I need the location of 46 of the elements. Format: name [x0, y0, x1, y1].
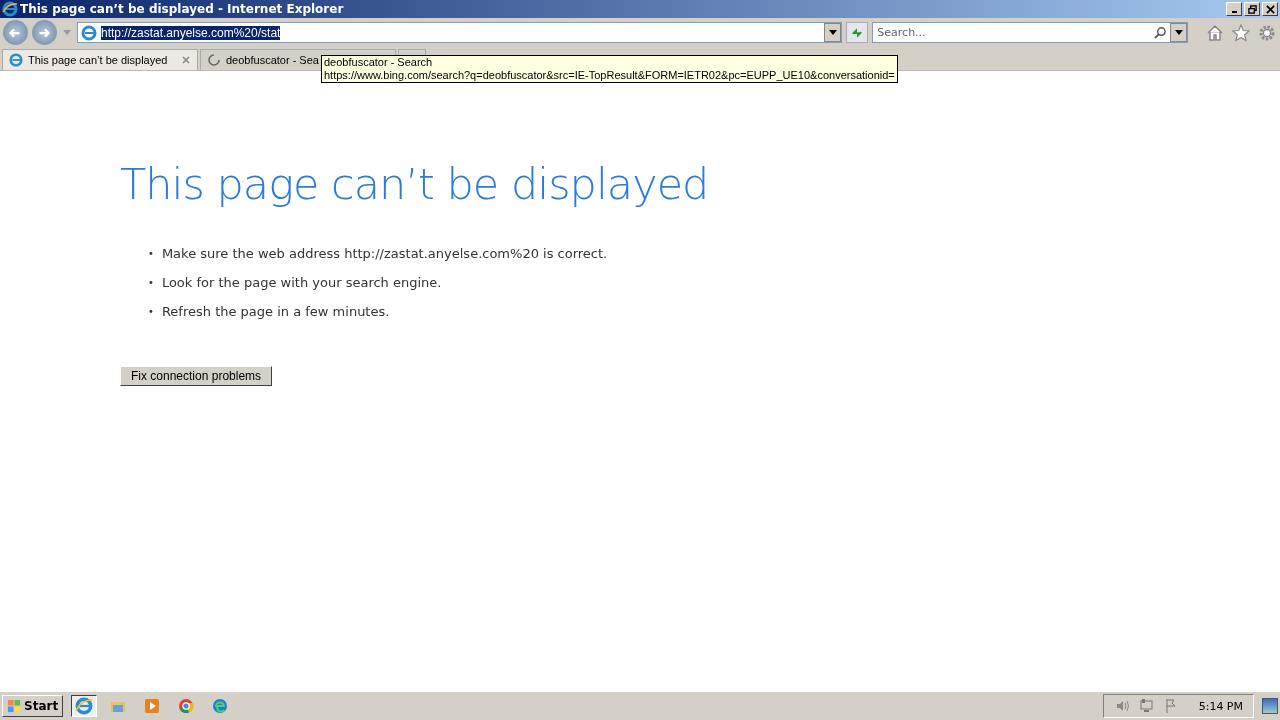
minimize-button[interactable] [1226, 2, 1242, 16]
close-icon [1265, 4, 1275, 14]
star-icon[interactable] [1232, 23, 1250, 42]
start-button[interactable]: Start [2, 695, 64, 717]
window-title: This page can’t be displayed - Internet Explorer [20, 2, 344, 16]
address-text: http://zastat.anyelse.com%20/stat [100, 25, 281, 40]
wave-logo-icon [212, 698, 229, 714]
network-icon[interactable] [1138, 698, 1155, 714]
settings-icon[interactable] [1258, 23, 1276, 42]
search-box[interactable]: Search... [872, 22, 1189, 43]
search-icon[interactable] [1154, 26, 1168, 39]
forward-button[interactable] [32, 20, 57, 45]
minimize-icon [1231, 11, 1237, 13]
show-desktop-button[interactable] [1262, 698, 1278, 714]
browser-tab[interactable]: This page can’t be displayed [2, 49, 198, 70]
browser-logo-icon [2, 1, 18, 17]
address-field[interactable]: http://zastat.anyelse.com%20/stat [76, 22, 843, 43]
error-heading: This page can’t be displayed [120, 159, 710, 209]
suggestion-item: Look for the page with your search engine. [161, 274, 442, 291]
start-logo-icon [7, 698, 22, 714]
caret-icon [828, 30, 837, 35]
tooltip-url: https://www.bing.com/search?q=deobfuscator&src=IE-TopResult&FORM=IETR02&pc=EUPP_UE10&conversationid= [324, 69, 895, 82]
bullet-mark: • [148, 276, 154, 290]
page-icon [9, 53, 23, 67]
search-dropdown-button[interactable] [1170, 23, 1188, 42]
fix-connection-button[interactable]: Fix connection problems [120, 366, 273, 386]
bullet-mark: • [148, 247, 154, 261]
page-icon [80, 24, 97, 41]
history-caret-icon[interactable] [62, 30, 71, 35]
round-logo-icon [178, 698, 195, 714]
caret-icon [1174, 30, 1183, 35]
restore-button[interactable] [1244, 2, 1260, 16]
loading-spinner-icon [207, 53, 221, 67]
bullet-mark: • [148, 305, 154, 319]
restore-icon [1247, 4, 1257, 14]
address-dropdown-button[interactable] [824, 23, 842, 42]
suggestion-item: Refresh the page in a few minutes. [161, 303, 390, 320]
back-button[interactable] [3, 20, 28, 45]
browser-taskbar-icon[interactable] [71, 695, 98, 717]
close-tab-icon[interactable] [181, 55, 191, 65]
close-button[interactable] [1262, 2, 1278, 16]
play-icon [144, 698, 161, 714]
suggestion-item: Make sure the web address http://zastat.anyelse.com%20 is correct. [161, 245, 608, 262]
clock[interactable]: 5:14 PM [1198, 699, 1243, 713]
home-icon[interactable] [1206, 23, 1225, 42]
browser-logo-icon [75, 697, 94, 715]
